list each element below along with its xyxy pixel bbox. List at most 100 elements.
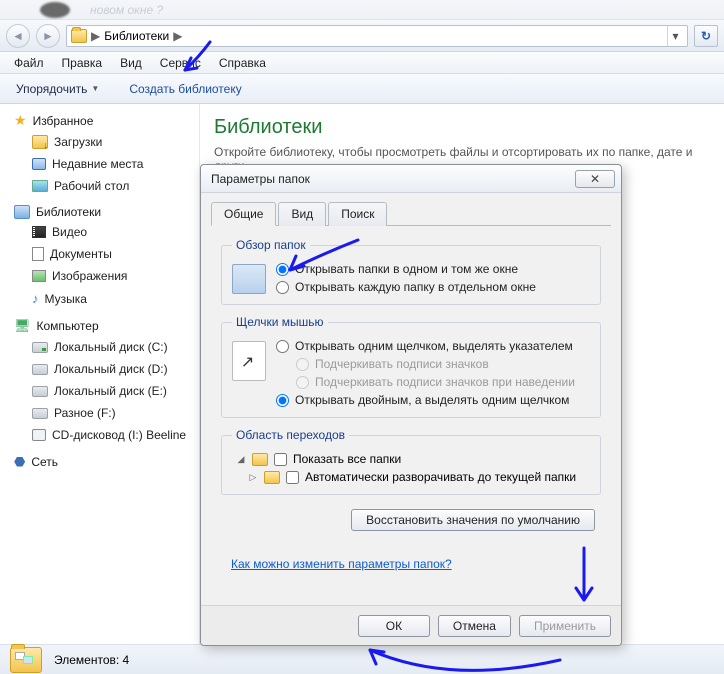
navpane-row-auto-expand[interactable]: ▷ Автоматически разворачивать до текущей…	[236, 470, 590, 484]
computer-icon: 🖥	[14, 318, 31, 334]
checkbox-auto-expand[interactable]	[286, 471, 299, 484]
option-same-window[interactable]: Открывать папки в одном и том же окне	[276, 262, 536, 276]
sidebar-item-label: Изображения	[52, 269, 127, 283]
menu-edit[interactable]: Правка	[54, 54, 111, 72]
radio-same-window[interactable]	[276, 263, 289, 276]
organize-button[interactable]: Упорядочить ▼	[10, 79, 105, 99]
sidebar-item-music[interactable]: ♪ Музыка	[14, 289, 195, 308]
sidebar-item-label: Недавние места	[52, 157, 143, 171]
network-icon: ⬣	[14, 454, 25, 470]
sidebar-computer[interactable]: 🖥Компьютер	[14, 318, 195, 334]
option-label: Подчеркивать подписи значков	[315, 357, 489, 371]
sidebar-item-label: Избранное	[33, 114, 94, 128]
radio-double-click[interactable]	[276, 394, 289, 407]
sidebar-item-downloads[interactable]: Загрузки	[14, 133, 195, 151]
dialog-title: Параметры папок	[211, 172, 575, 186]
sidebar-item-disk-i[interactable]: CD-дисковод (I:) Beeline	[14, 426, 195, 444]
sidebar-item-recent[interactable]: Недавние места	[14, 155, 195, 173]
tab-view[interactable]: Вид	[278, 202, 326, 226]
collapse-icon[interactable]: ◢	[236, 454, 246, 465]
new-library-button[interactable]: Создать библиотеку	[123, 79, 247, 99]
sidebar-item-disk-f[interactable]: Разное (F:)	[14, 404, 195, 422]
group-navpane-legend: Область переходов	[232, 428, 349, 442]
radio-new-window[interactable]	[276, 281, 289, 294]
folder-icon	[264, 471, 280, 484]
address-bar[interactable]: ▶ Библиотеки ▶ ▾	[66, 25, 688, 47]
sidebar-item-label: Музыка	[45, 292, 87, 306]
breadcrumb-sep: ▶	[91, 29, 100, 43]
navpane-row-show-all[interactable]: ◢ Показать все папки	[236, 452, 590, 466]
option-label: Автоматически разворачивать до текущей п…	[305, 470, 576, 484]
forward-icon: ►	[42, 29, 54, 43]
apply-button[interactable]: Применить	[519, 615, 611, 637]
help-link[interactable]: Как можно изменить параметры папок?	[231, 557, 452, 571]
menu-bar: Файл Правка Вид Сервис Справка	[0, 52, 724, 74]
tab-search[interactable]: Поиск	[328, 202, 387, 226]
sidebar-item-desktop[interactable]: Рабочий стол	[14, 177, 195, 195]
folder-options-dialog: Параметры папок ✕ Общие Вид Поиск Обзор …	[200, 164, 622, 646]
ok-button[interactable]: ОК	[358, 615, 430, 637]
recent-icon	[32, 158, 46, 170]
downloads-icon	[32, 135, 48, 149]
breadcrumb-sep: ▶	[173, 29, 182, 43]
toolbar: Упорядочить ▼ Создать библиотеку	[0, 74, 724, 104]
forward-button[interactable]: ►	[36, 24, 60, 48]
drive-icon	[32, 364, 48, 375]
option-label: Открывать двойным, а выделять одним щелч…	[295, 393, 569, 407]
navigation-pane: ★ Избранное Загрузки Недавние места Рабоч…	[0, 104, 200, 644]
sidebar-item-label: Сеть	[31, 455, 58, 469]
sidebar-network[interactable]: ⬣ Сеть	[14, 454, 195, 470]
sidebar-item-disk-e[interactable]: Локальный диск (E:)	[14, 382, 195, 400]
tab-panel-general: Обзор папок Открывать папки в одном и то…	[211, 226, 611, 577]
dialog-close-button[interactable]: ✕	[575, 170, 615, 188]
group-browse-legend: Обзор папок	[232, 238, 310, 252]
menu-help[interactable]: Справка	[211, 54, 274, 72]
sidebar-item-disk-d[interactable]: Локальный диск (D:)	[14, 360, 195, 378]
group-browse-folders: Обзор папок Открывать папки в одном и то…	[221, 238, 601, 305]
status-elements-label: Элементов:	[54, 653, 119, 667]
option-double-click[interactable]: Открывать двойным, а выделять одним щелч…	[276, 393, 575, 407]
sidebar-item-pictures[interactable]: Изображения	[14, 267, 195, 285]
pictures-icon	[32, 270, 46, 282]
back-button[interactable]: ◄	[6, 24, 30, 48]
folder-icon	[71, 29, 87, 43]
tab-general[interactable]: Общие	[211, 202, 276, 226]
restore-defaults-button[interactable]: Восстановить значения по умолчанию	[351, 509, 595, 531]
cancel-button[interactable]: Отмена	[438, 615, 511, 637]
status-elements: Элементов: 4	[54, 653, 129, 667]
music-icon: ♪	[32, 291, 39, 306]
back-icon: ◄	[12, 29, 24, 43]
refresh-button[interactable]: ↻	[694, 25, 718, 47]
option-new-window[interactable]: Открывать каждую папку в отдельном окне	[276, 280, 536, 294]
sidebar-item-label: Рабочий стол	[54, 179, 129, 193]
sidebar-item-documents[interactable]: Документы	[14, 245, 195, 263]
sidebar-item-label: Видео	[52, 225, 87, 239]
address-dropdown[interactable]: ▾	[667, 26, 683, 46]
organize-label: Упорядочить	[16, 82, 87, 96]
folder-icon	[252, 453, 268, 466]
star-icon: ★	[14, 112, 27, 129]
sidebar-libraries[interactable]: Библиотеки	[14, 205, 195, 219]
chevron-down-icon: ▼	[91, 84, 99, 93]
menu-tools[interactable]: Сервис	[152, 54, 209, 72]
checkbox-show-all[interactable]	[274, 453, 287, 466]
menu-view[interactable]: Вид	[112, 54, 150, 72]
libraries-icon	[14, 205, 30, 219]
video-icon	[32, 226, 46, 238]
option-single-click[interactable]: Открывать одним щелчком, выделять указат…	[276, 339, 575, 353]
drive-icon	[32, 342, 48, 353]
document-icon	[32, 247, 44, 261]
sidebar-item-disk-c[interactable]: Локальный диск (C:)	[14, 338, 195, 356]
sidebar-favorites[interactable]: ★ Избранное	[14, 112, 195, 129]
breadcrumb-libraries[interactable]: Библиотеки	[104, 29, 169, 43]
sidebar-item-videos[interactable]: Видео	[14, 223, 195, 241]
option-underline-always: Подчеркивать подписи значков	[276, 357, 575, 371]
browse-folders-icon	[232, 264, 266, 294]
expand-icon[interactable]: ▷	[248, 472, 258, 483]
menu-file[interactable]: Файл	[6, 54, 52, 72]
dialog-titlebar[interactable]: Параметры папок ✕	[201, 165, 621, 193]
sidebar-item-label: Загрузки	[54, 135, 102, 149]
option-label: Открывать папки в одном и том же окне	[295, 262, 518, 276]
sidebar-item-label: Локальный диск (C:)	[54, 340, 168, 354]
radio-single-click[interactable]	[276, 340, 289, 353]
